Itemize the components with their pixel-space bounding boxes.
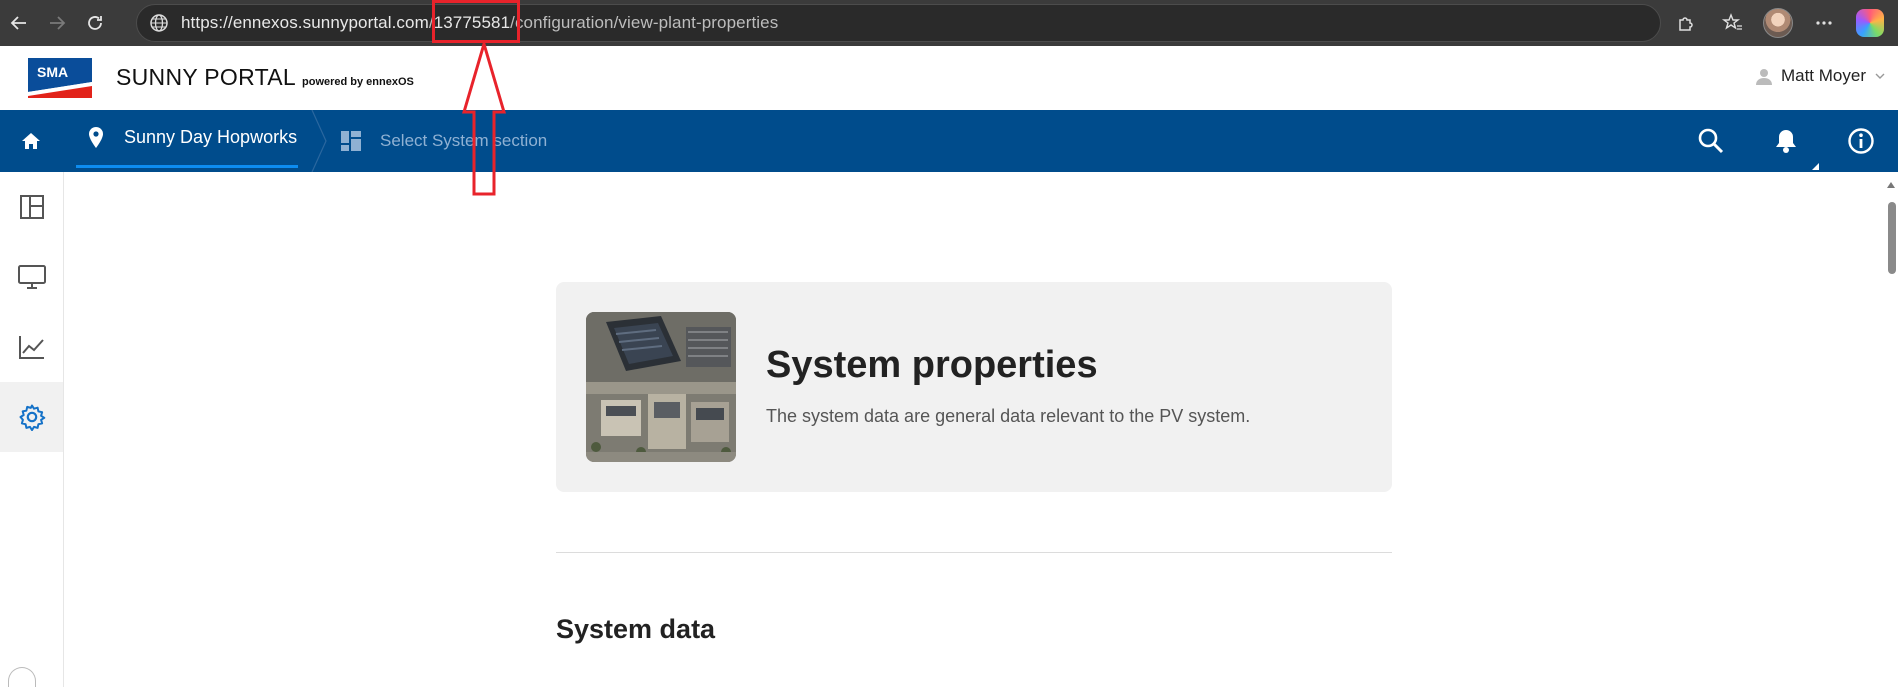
brand-title: SUNNY PORTAL powered by ennexOS [116, 64, 414, 91]
sidebar-item-dashboard[interactable] [0, 172, 63, 242]
breadcrumb-plant[interactable]: Sunny Day Hopworks [76, 110, 298, 168]
bell-icon [1775, 130, 1796, 153]
copilot-icon [1856, 9, 1884, 37]
page-description: The system data are general data relevan… [766, 406, 1251, 426]
sidebar-item-configuration[interactable] [0, 382, 63, 452]
back-button[interactable] [0, 4, 38, 42]
location-pin-icon [89, 126, 103, 148]
annotation-arrow-up [462, 42, 506, 196]
home-button[interactable] [0, 110, 62, 172]
sma-logo[interactable]: SMA [28, 58, 92, 98]
arrow-right-icon [50, 16, 66, 30]
monitor-icon [17, 265, 46, 289]
brand-subtitle: powered by ennexOS [302, 76, 414, 88]
user-name: Matt Moyer [1780, 66, 1866, 85]
info-icon [1847, 128, 1874, 154]
sma-logo-text: SMA [37, 64, 68, 80]
page-title: System properties [766, 344, 1098, 386]
arrow-left-icon [10, 16, 26, 30]
nav-actions [1673, 110, 1898, 172]
search-icon [1698, 128, 1723, 154]
brand-name: SUNNY PORTAL [116, 64, 296, 90]
more-dots-icon [1816, 21, 1832, 25]
system-data-heading: System data [556, 614, 716, 644]
url-host: https://ennexos.sunnyportal.com [181, 13, 429, 32]
notifications-corner-marker [1812, 163, 1819, 170]
more-button[interactable] [1804, 3, 1844, 43]
system-properties-card: System properties The system data are ge… [556, 282, 1392, 492]
layout-icon [19, 195, 44, 219]
line-chart-icon [18, 336, 44, 359]
home-icon [22, 133, 40, 149]
page-scrollbar[interactable] [1884, 172, 1898, 687]
browser-actions [1666, 0, 1898, 46]
user-icon [1755, 69, 1772, 85]
chevron-down-icon [1875, 73, 1885, 79]
fingerprint-icon[interactable] [8, 667, 36, 687]
breadcrumb-separator [311, 110, 327, 172]
system-aerial-image [586, 312, 736, 462]
reload-icon [88, 16, 102, 30]
gear-icon [19, 404, 45, 431]
plant-name: Sunny Day Hopworks [124, 127, 298, 147]
copilot-button[interactable] [1850, 3, 1890, 43]
info-button[interactable] [1823, 110, 1898, 172]
globe-icon [150, 14, 168, 32]
section-divider [556, 552, 1392, 553]
main-navigation: Sunny Day Hopworks Select System section [0, 110, 1898, 172]
sidebar-item-analysis[interactable] [0, 312, 63, 382]
search-button[interactable] [1673, 110, 1748, 172]
address-bar[interactable]: https://ennexos.sunnyportal.com/13775581… [136, 4, 1661, 42]
scroll-up-arrow[interactable] [1887, 182, 1895, 188]
avatar [1763, 8, 1793, 38]
star-icon [1721, 13, 1742, 30]
breadcrumb-section-select[interactable]: Select System section [340, 110, 547, 172]
user-menu[interactable]: Matt Moyer [1755, 66, 1886, 86]
sidebar-item-monitoring[interactable] [0, 242, 63, 312]
dashboard-grid-icon [341, 131, 361, 151]
app-header: SMA SUNNY PORTAL powered by ennexOS Matt … [0, 46, 1898, 110]
forward-button[interactable] [38, 4, 76, 42]
notifications-button[interactable] [1748, 110, 1823, 172]
side-navigation [0, 172, 64, 687]
puzzle-icon [1679, 17, 1693, 31]
favorites-button[interactable] [1712, 3, 1752, 43]
extensions-button[interactable] [1666, 3, 1706, 43]
annotation-highlight-box [432, 0, 520, 43]
scroll-thumb[interactable] [1888, 202, 1896, 274]
profile-button[interactable] [1758, 3, 1798, 43]
url-path: /configuration/view-plant-properties [510, 13, 779, 32]
reload-button[interactable] [76, 4, 114, 42]
